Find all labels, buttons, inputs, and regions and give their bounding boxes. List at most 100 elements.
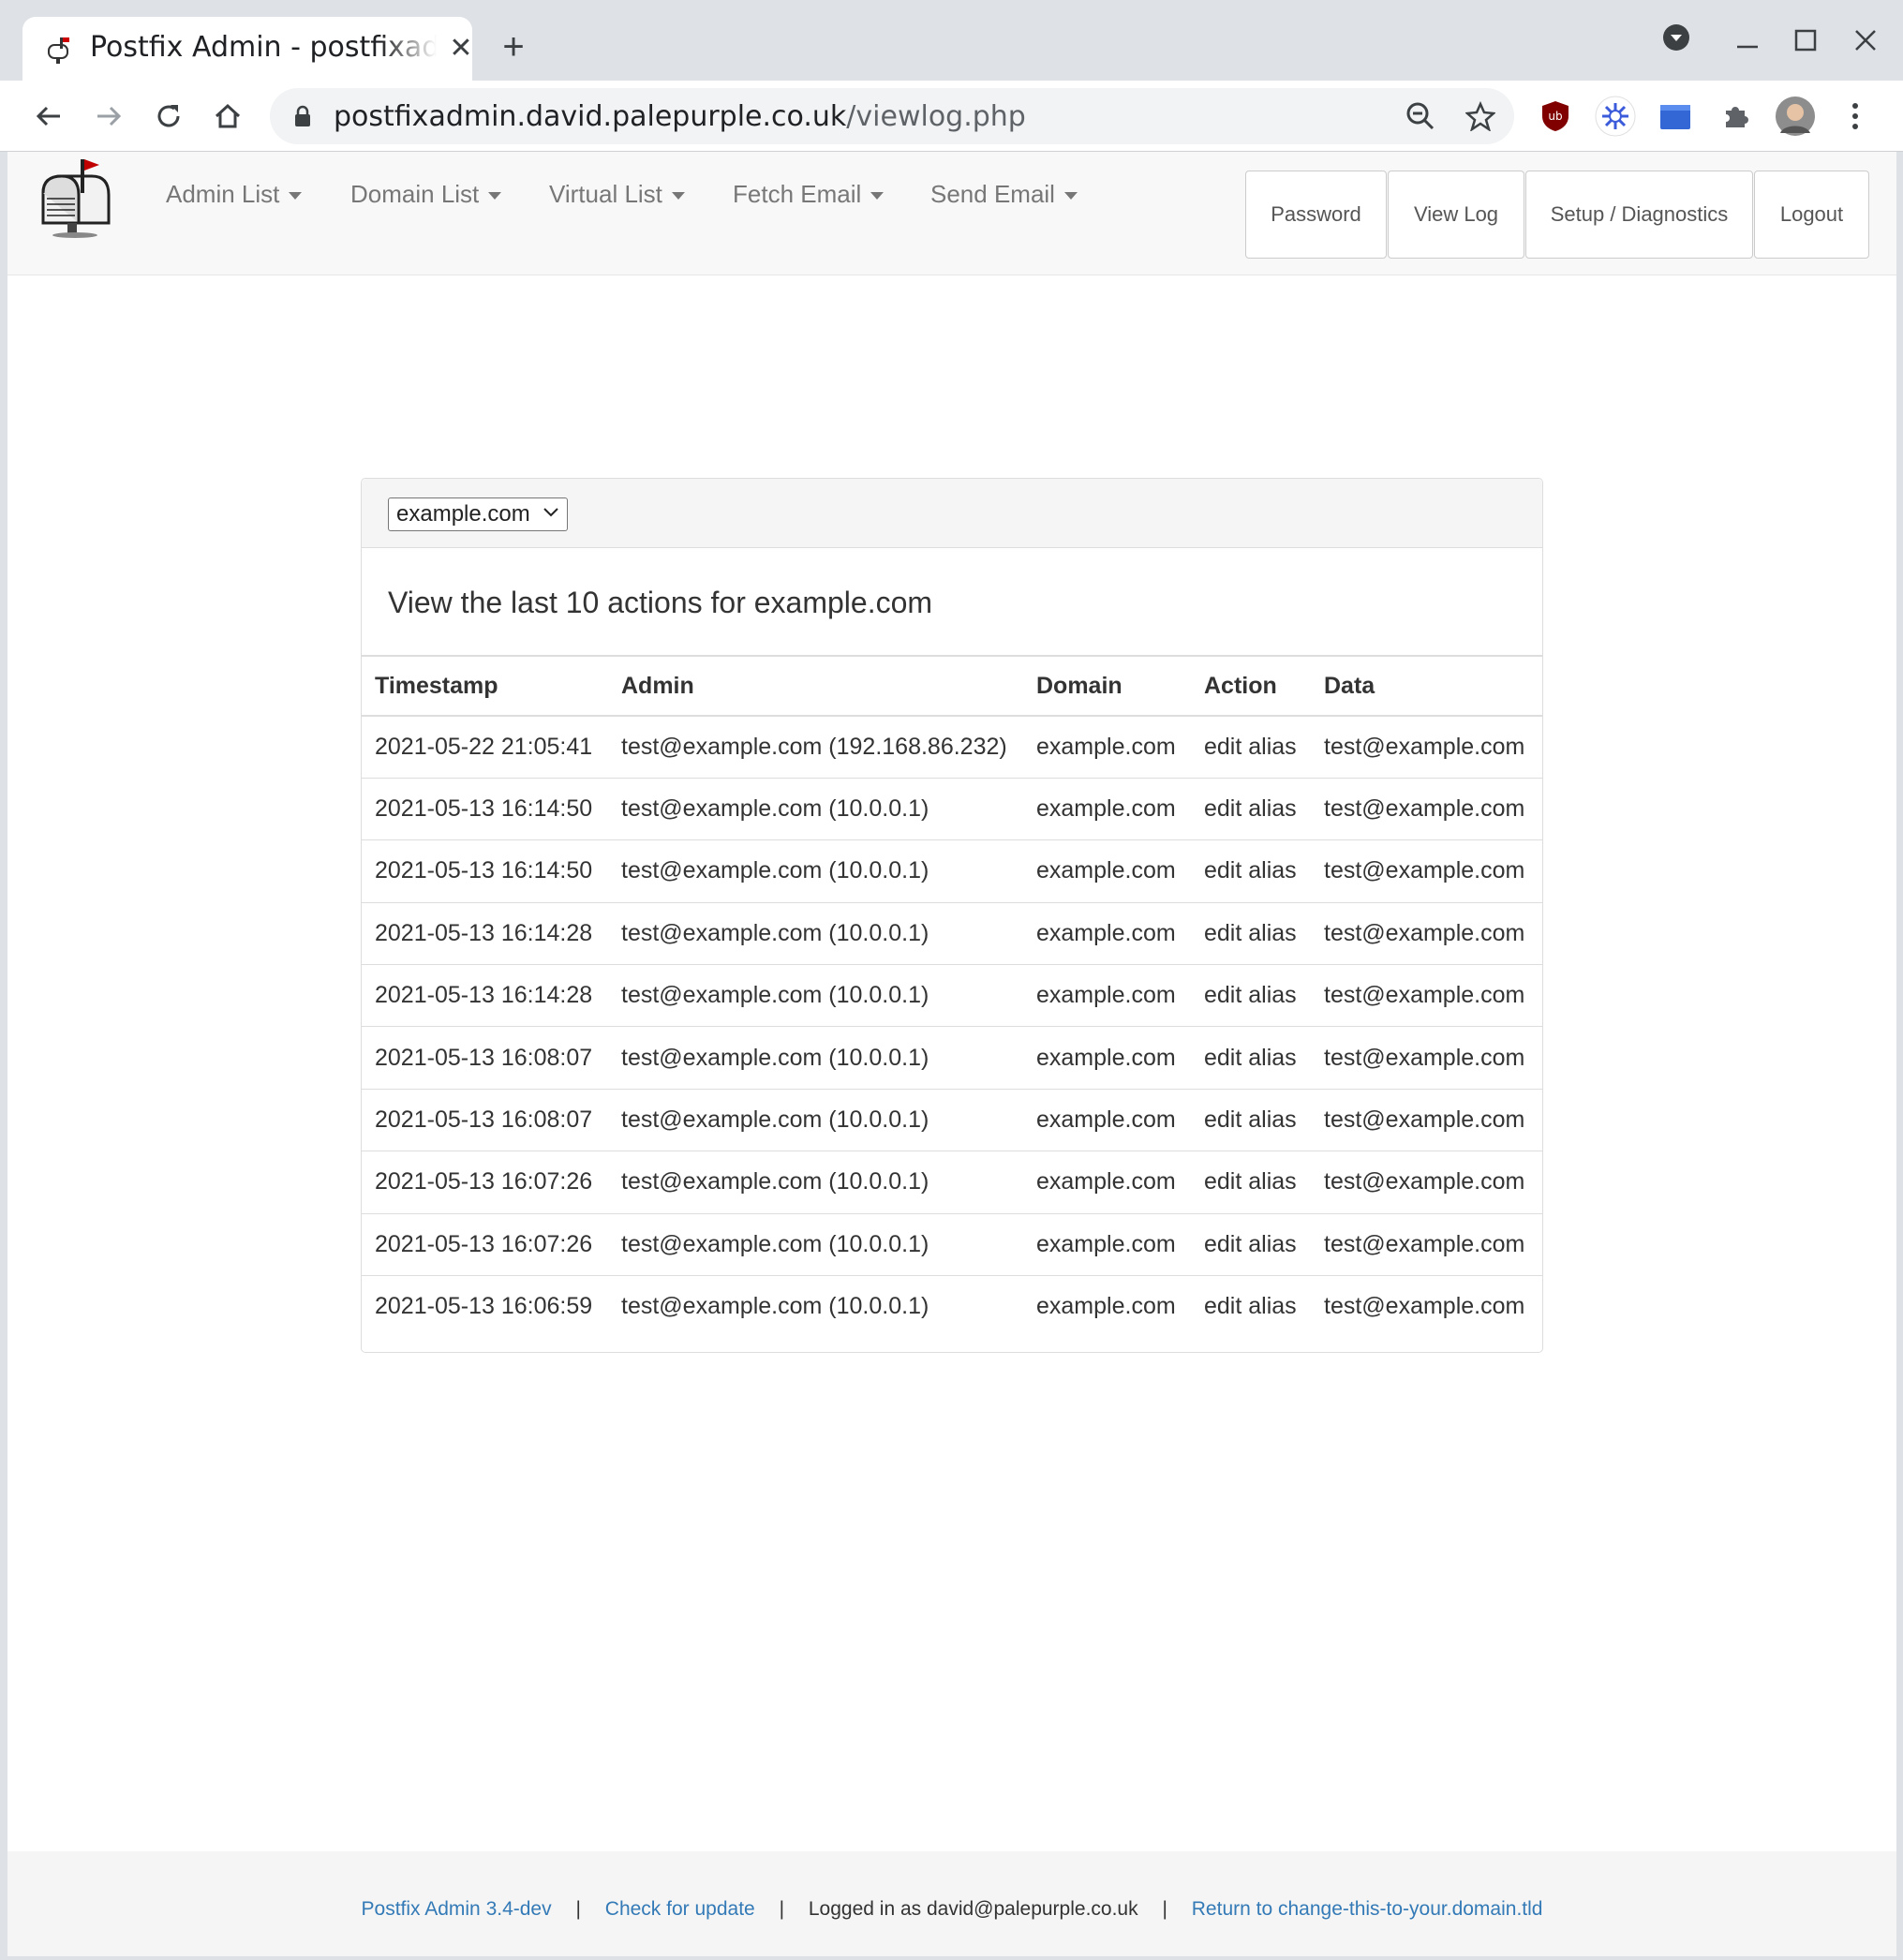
cell-timestamp: 2021-05-13 16:14:28 bbox=[362, 902, 608, 966]
reload-icon[interactable] bbox=[146, 94, 191, 139]
cell-timestamp: 2021-05-13 16:08:07 bbox=[362, 1089, 608, 1152]
view-log-button[interactable]: View Log bbox=[1388, 171, 1524, 259]
table-row: 2021-05-13 16:06:59 test@example.com (10… bbox=[362, 1276, 1542, 1338]
ublock-shield-icon[interactable]: ub bbox=[1533, 94, 1578, 139]
footer-separator: | bbox=[779, 1898, 785, 1920]
tab-title: Postfix Admin - postfixadmin.david.palep… bbox=[90, 31, 437, 64]
domain-select[interactable]: example.com bbox=[388, 497, 568, 531]
cell-admin: test@example.com (10.0.0.1) bbox=[608, 1151, 1023, 1214]
cell-domain: example.com bbox=[1023, 778, 1191, 841]
cell-admin: test@example.com (10.0.0.1) bbox=[608, 778, 1023, 841]
cell-admin: test@example.com (10.0.0.1) bbox=[608, 1213, 1023, 1277]
cell-timestamp: 2021-05-13 16:14:50 bbox=[362, 778, 608, 841]
url-host: postfixadmin.david.palepurple.co.uk bbox=[334, 100, 847, 133]
cell-action: edit alias bbox=[1191, 1026, 1311, 1090]
logout-button[interactable]: Logout bbox=[1754, 171, 1869, 259]
plus-icon[interactable]: + bbox=[493, 26, 534, 67]
table-row: 2021-05-13 16:07:26 test@example.com (10… bbox=[362, 1213, 1542, 1277]
browser-toolbar: postfixadmin.david.palepurple.co.uk/view… bbox=[0, 81, 1903, 152]
footer: Postfix Admin 3.4-dev | Check for update… bbox=[7, 1851, 1896, 1956]
version-link[interactable]: Postfix Admin 3.4-dev bbox=[362, 1898, 552, 1920]
cell-data: test@example.com bbox=[1311, 902, 1542, 966]
nav-domain-list[interactable]: Domain List bbox=[350, 180, 502, 209]
cell-action: edit alias bbox=[1191, 839, 1311, 903]
extensions-puzzle-icon[interactable] bbox=[1713, 94, 1758, 139]
log-table: Timestamp Admin Domain Action Data 2021-… bbox=[362, 655, 1542, 1338]
caret-down-icon bbox=[671, 192, 685, 200]
cell-admin: test@example.com (10.0.0.1) bbox=[608, 902, 1023, 966]
postfix-mailbox-logo-icon[interactable] bbox=[34, 156, 118, 240]
cell-timestamp: 2021-05-13 16:14:50 bbox=[362, 839, 608, 903]
domain-select-value: example.com bbox=[396, 501, 530, 527]
cell-admin: test@example.com (192.168.86.232) bbox=[608, 716, 1023, 779]
chrome-menu-icon[interactable] bbox=[1833, 94, 1878, 139]
check-for-update-link[interactable]: Check for update bbox=[605, 1898, 755, 1920]
cell-admin: test@example.com (10.0.0.1) bbox=[608, 839, 1023, 903]
cell-admin: test@example.com (10.0.0.1) bbox=[608, 1026, 1023, 1090]
cell-admin: test@example.com (10.0.0.1) bbox=[621, 1293, 929, 1320]
cell-data: test@example.com bbox=[1311, 1089, 1542, 1152]
footer-separator: | bbox=[1162, 1898, 1167, 1920]
url-text: postfixadmin.david.palepurple.co.uk/view… bbox=[334, 100, 1026, 133]
nav-admin-list[interactable]: Admin List bbox=[166, 180, 303, 209]
cell-domain: example.com bbox=[1036, 1293, 1176, 1320]
cell-domain: example.com bbox=[1023, 1151, 1191, 1214]
cell-domain: example.com bbox=[1023, 964, 1191, 1028]
folder-extension-icon[interactable] bbox=[1653, 94, 1698, 139]
cell-domain: example.com bbox=[1023, 839, 1191, 903]
column-header-timestamp: Timestamp bbox=[362, 655, 608, 717]
cell-data: test@example.com bbox=[1311, 839, 1542, 903]
cell-data: test@example.com bbox=[1311, 1213, 1542, 1277]
cell-data: test@example.com bbox=[1311, 778, 1542, 841]
nav-virtual-list[interactable]: Virtual List bbox=[549, 180, 685, 209]
page-title: View the last 10 actions for example.com bbox=[388, 586, 933, 619]
nav-domain-list-label: Domain List bbox=[350, 180, 480, 208]
cell-timestamp: 2021-05-13 16:07:26 bbox=[362, 1151, 608, 1214]
home-icon[interactable] bbox=[205, 94, 250, 139]
page-content: Admin List Domain List Virtual List Fetc… bbox=[7, 152, 1896, 1956]
address-bar[interactable]: postfixadmin.david.palepurple.co.uk/view… bbox=[270, 88, 1514, 144]
maximize-icon[interactable] bbox=[1782, 19, 1829, 66]
tab-search-icon[interactable] bbox=[1653, 19, 1700, 66]
table-row: 2021-05-13 16:14:28 test@example.com (10… bbox=[362, 964, 1542, 1028]
browser-tab[interactable]: Postfix Admin - postfixadmin.david.palep… bbox=[22, 17, 473, 81]
lock-icon bbox=[295, 105, 310, 126]
cell-action: edit alias bbox=[1191, 1213, 1311, 1277]
column-header-action: Action bbox=[1191, 655, 1311, 717]
cell-timestamp: 2021-05-22 21:05:41 bbox=[362, 716, 608, 779]
column-header-domain: Domain bbox=[1023, 655, 1191, 717]
cell-domain: example.com bbox=[1023, 902, 1191, 966]
nav-send-email-label: Send Email bbox=[930, 180, 1055, 208]
return-to-domain-link[interactable]: Return to change-this-to-your.domain.tld bbox=[1192, 1898, 1543, 1920]
cell-action: edit alias bbox=[1191, 1151, 1311, 1214]
minimize-icon[interactable] bbox=[1724, 19, 1771, 66]
caret-down-icon bbox=[289, 192, 303, 200]
nav-fetch-email-label: Fetch Email bbox=[733, 180, 862, 208]
nav-send-email[interactable]: Send Email bbox=[930, 180, 1078, 209]
url-path: /viewlog.php bbox=[846, 100, 1026, 133]
close-window-icon[interactable] bbox=[1842, 19, 1889, 66]
profile-avatar-icon[interactable] bbox=[1773, 94, 1818, 139]
nav-fetch-email[interactable]: Fetch Email bbox=[733, 180, 885, 209]
nav-virtual-list-label: Virtual List bbox=[549, 180, 662, 208]
column-header-data: Data bbox=[1311, 655, 1542, 717]
back-arrow-icon[interactable] bbox=[26, 94, 71, 139]
cell-action: edit alias bbox=[1191, 964, 1311, 1028]
cell-timestamp: 2021-05-13 16:07:26 bbox=[362, 1213, 608, 1277]
cell-action: edit alias bbox=[1191, 716, 1311, 779]
nav-admin-list-label: Admin List bbox=[166, 180, 280, 208]
zoom-out-icon[interactable] bbox=[1405, 101, 1435, 131]
cell-action: edit alias bbox=[1191, 1089, 1311, 1152]
password-button[interactable]: Password bbox=[1245, 171, 1387, 259]
table-row: 2021-05-13 16:08:07 test@example.com (10… bbox=[362, 1089, 1542, 1152]
table-row: 2021-05-13 16:14:50 test@example.com (10… bbox=[362, 839, 1542, 903]
cell-timestamp: 2021-05-13 16:06:59 bbox=[375, 1293, 593, 1320]
cell-data: test@example.com bbox=[1311, 716, 1542, 779]
svg-text:ub: ub bbox=[1548, 110, 1562, 123]
close-tab-icon[interactable]: ✕ bbox=[442, 30, 480, 67]
setup-diagnostics-button[interactable]: Setup / Diagnostics bbox=[1525, 171, 1753, 259]
table-row: 2021-05-13 16:14:50 test@example.com (10… bbox=[362, 778, 1542, 841]
bookmark-star-icon[interactable] bbox=[1465, 101, 1495, 131]
snowflake-extension-icon[interactable] bbox=[1593, 94, 1638, 139]
forward-arrow-icon[interactable] bbox=[86, 94, 131, 139]
